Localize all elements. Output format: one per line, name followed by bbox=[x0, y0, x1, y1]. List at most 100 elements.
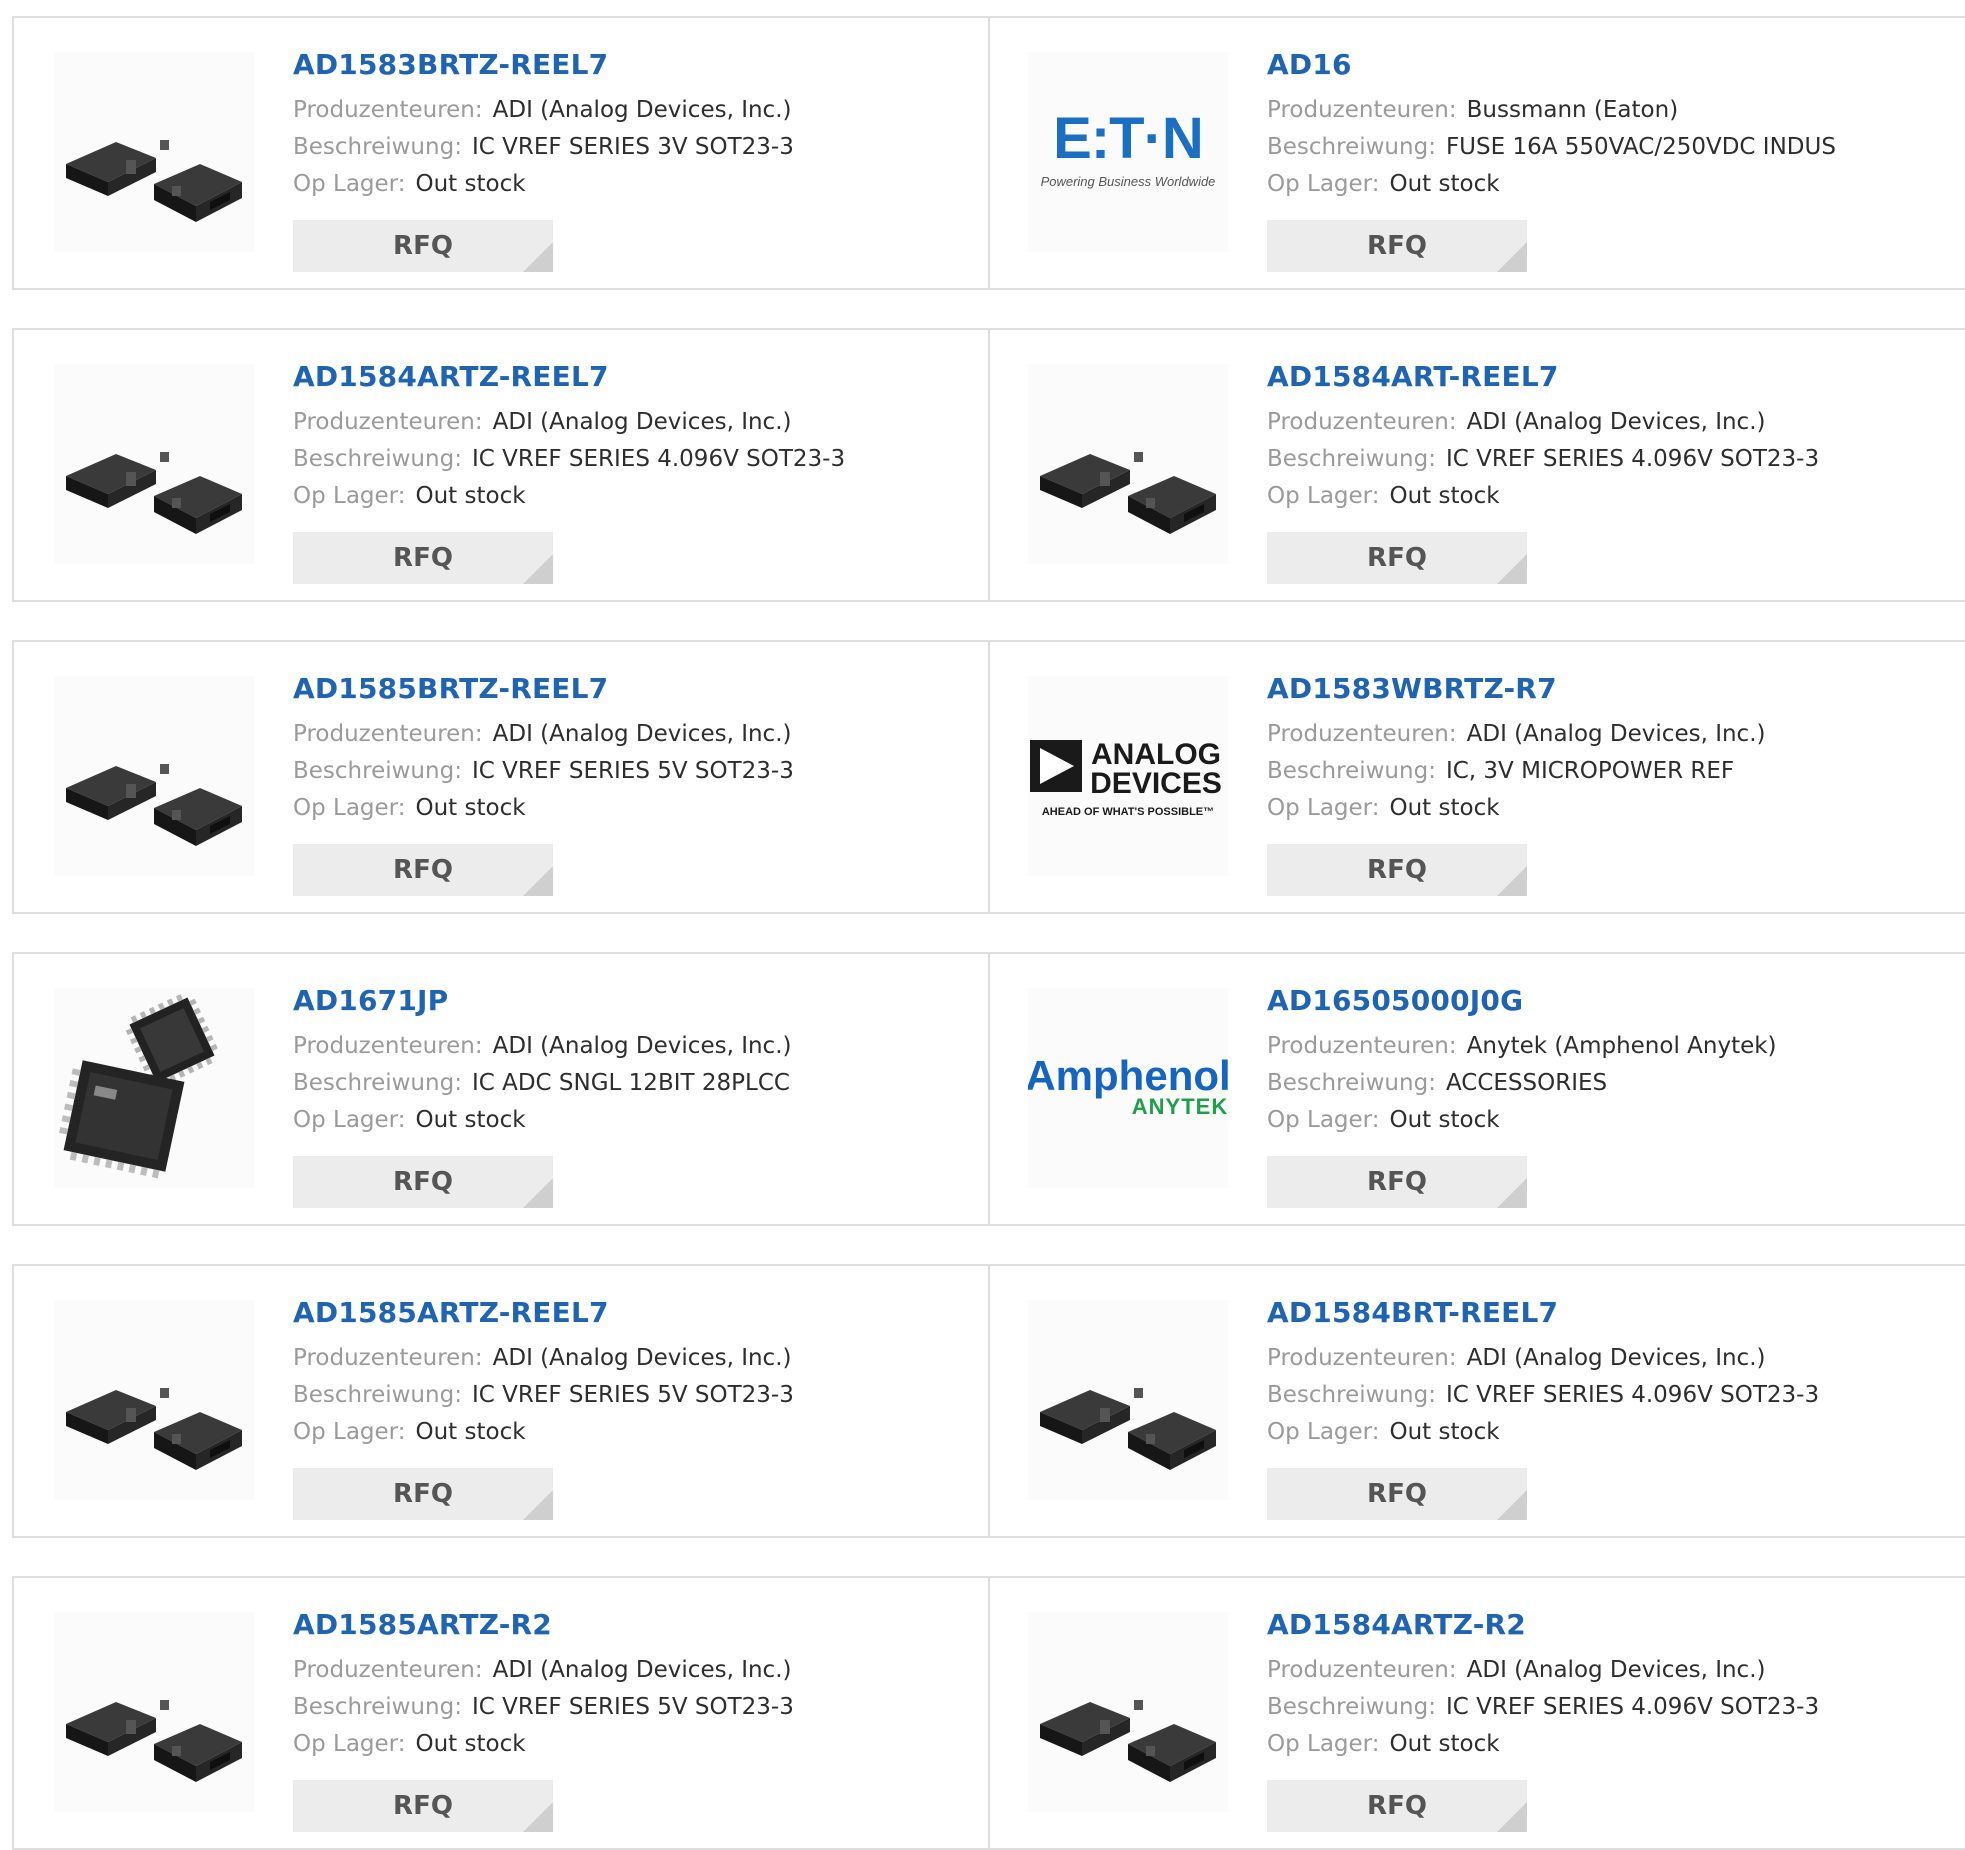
description-value: IC VREF SERIES 4.096V SOT23-3 bbox=[1445, 1694, 1820, 1720]
manufacturer-value: ADI (Analog Devices, Inc.) bbox=[492, 721, 792, 747]
product-row: AD1584ARTZ-REEL7 Produzenteuren: ADI (Ana… bbox=[12, 328, 1965, 602]
part-number-link[interactable]: AD1585ARTZ-REEL7 bbox=[293, 1296, 978, 1330]
product-row: AD1585BRTZ-REEL7 Produzenteuren: ADI (Ana… bbox=[12, 640, 1965, 914]
manufacturer-line: Produzenteuren: ADI (Analog Devices, Inc.… bbox=[1267, 716, 1955, 753]
description-line: Beschreiwung: ACCESSORIES bbox=[1267, 1065, 1955, 1102]
rfq-button[interactable]: RFQ bbox=[293, 532, 553, 584]
stock-line: Op Lager: Out stock bbox=[1267, 790, 1955, 827]
sot23-3-package-icon[interactable] bbox=[54, 1300, 254, 1500]
product-card: AD1584ARTZ-R2 Produzenteuren: ADI (Analog… bbox=[988, 1578, 1965, 1848]
rfq-button[interactable]: RFQ bbox=[1267, 1780, 1527, 1832]
product-card: AD1584ART-REEL7 Produzenteuren: ADI (Anal… bbox=[988, 330, 1965, 600]
product-info: AD1585BRTZ-REEL7 Produzenteuren: ADI (Ana… bbox=[293, 672, 978, 827]
sot23-3-package-icon[interactable] bbox=[1028, 1612, 1228, 1812]
stock-value: Out stock bbox=[415, 795, 526, 821]
manufacturer-value: ADI (Analog Devices, Inc.) bbox=[1466, 1657, 1766, 1683]
manufacturer-label: Produzenteuren: bbox=[1267, 721, 1457, 747]
stock-value: Out stock bbox=[415, 1419, 526, 1445]
manufacturer-label: Produzenteuren: bbox=[1267, 1657, 1457, 1683]
stock-line: Op Lager: Out stock bbox=[1267, 1414, 1955, 1451]
product-info: AD1671JP Produzenteuren: ADI (Analog Devi… bbox=[293, 984, 978, 1139]
stock-label: Op Lager: bbox=[293, 483, 406, 509]
rfq-button[interactable]: RFQ bbox=[1267, 1156, 1527, 1208]
rfq-button-label: RFQ bbox=[1367, 1167, 1427, 1197]
manufacturer-value: Anytek (Amphenol Anytek) bbox=[1466, 1033, 1777, 1059]
manufacturer-value: ADI (Analog Devices, Inc.) bbox=[1466, 1345, 1766, 1371]
rfq-button-label: RFQ bbox=[393, 855, 453, 885]
product-info: AD16 Produzenteuren: Bussmann (Eaton) Bes… bbox=[1267, 48, 1955, 203]
description-label: Beschreiwung: bbox=[1267, 1382, 1436, 1408]
rfq-button-label: RFQ bbox=[393, 231, 453, 261]
sot23-3-package-icon[interactable] bbox=[54, 676, 254, 876]
rfq-button[interactable]: RFQ bbox=[1267, 220, 1527, 272]
rfq-button[interactable]: RFQ bbox=[293, 220, 553, 272]
corner-triangle-icon bbox=[523, 866, 553, 896]
description-line: Beschreiwung: IC VREF SERIES 4.096V SOT23… bbox=[1267, 1689, 1955, 1726]
stock-value: Out stock bbox=[1389, 483, 1500, 509]
sot23-3-package-icon[interactable] bbox=[54, 1612, 254, 1812]
description-value: IC VREF SERIES 4.096V SOT23-3 bbox=[1445, 446, 1820, 472]
rfq-button-label: RFQ bbox=[1367, 231, 1427, 261]
rfq-button[interactable]: RFQ bbox=[1267, 844, 1527, 896]
description-line: Beschreiwung: IC VREF SERIES 4.096V SOT23… bbox=[293, 441, 978, 478]
stock-line: Op Lager: Out stock bbox=[1267, 1102, 1955, 1139]
part-number-link[interactable]: AD1585BRTZ-REEL7 bbox=[293, 672, 978, 706]
manufacturer-line: Produzenteuren: ADI (Analog Devices, Inc.… bbox=[293, 716, 978, 753]
part-number-link[interactable]: AD1584ARTZ-R2 bbox=[1267, 1608, 1955, 1642]
stock-value: Out stock bbox=[1389, 171, 1500, 197]
product-row: AD1585ARTZ-REEL7 Produzenteuren: ADI (Ana… bbox=[12, 1264, 1965, 1538]
amphenol-logo[interactable]: Amphenol ANYTEK bbox=[1028, 988, 1228, 1188]
description-value: ACCESSORIES bbox=[1445, 1070, 1608, 1096]
description-line: Beschreiwung: IC VREF SERIES 3V SOT23-3 bbox=[293, 129, 978, 166]
eaton-tagline: Powering Business Worldwide bbox=[1041, 174, 1216, 189]
eaton-logo[interactable]: E:T·N Powering Business Worldwide bbox=[1028, 52, 1228, 252]
rfq-button[interactable]: RFQ bbox=[293, 844, 553, 896]
product-card: AD1585ARTZ-REEL7 Produzenteuren: ADI (Ana… bbox=[12, 1266, 990, 1536]
stock-line: Op Lager: Out stock bbox=[1267, 166, 1955, 203]
rfq-button-label: RFQ bbox=[393, 1167, 453, 1197]
stock-line: Op Lager: Out stock bbox=[1267, 478, 1955, 515]
anytek-wordmark: ANYTEK bbox=[1132, 1094, 1228, 1119]
description-label: Beschreiwung: bbox=[1267, 1070, 1436, 1096]
part-number-link[interactable]: AD1584ARTZ-REEL7 bbox=[293, 360, 978, 394]
rfq-button[interactable]: RFQ bbox=[1267, 1468, 1527, 1520]
part-number-link[interactable]: AD1671JP bbox=[293, 984, 978, 1018]
stock-label: Op Lager: bbox=[1267, 795, 1380, 821]
part-number-link[interactable]: AD1583BRTZ-REEL7 bbox=[293, 48, 978, 82]
product-card: AD1583BRTZ-REEL7 Produzenteuren: ADI (Ana… bbox=[12, 18, 990, 288]
stock-value: Out stock bbox=[415, 483, 526, 509]
manufacturer-value: ADI (Analog Devices, Inc.) bbox=[492, 1033, 792, 1059]
manufacturer-label: Produzenteuren: bbox=[293, 1033, 483, 1059]
part-number-link[interactable]: AD1584ART-REEL7 bbox=[1267, 360, 1955, 394]
description-line: Beschreiwung: IC VREF SERIES 4.096V SOT23… bbox=[1267, 1377, 1955, 1414]
rfq-button-label: RFQ bbox=[1367, 1791, 1427, 1821]
stock-label: Op Lager: bbox=[293, 795, 406, 821]
part-number-link[interactable]: AD1584BRT-REEL7 bbox=[1267, 1296, 1955, 1330]
description-value: IC VREF SERIES 5V SOT23-3 bbox=[471, 1382, 794, 1408]
corner-triangle-icon bbox=[1497, 1490, 1527, 1520]
plcc-package-icon[interactable] bbox=[54, 988, 254, 1188]
part-number-link[interactable]: AD16505000J0G bbox=[1267, 984, 1955, 1018]
analog-devices-logo[interactable]: ANALOG DEVICES AHEAD OF WHAT'S POSSIBLE™ bbox=[1028, 676, 1228, 876]
description-label: Beschreiwung: bbox=[1267, 134, 1436, 160]
manufacturer-value: ADI (Analog Devices, Inc.) bbox=[492, 97, 792, 123]
manufacturer-label: Produzenteuren: bbox=[1267, 97, 1457, 123]
stock-value: Out stock bbox=[415, 1107, 526, 1133]
rfq-button[interactable]: RFQ bbox=[293, 1156, 553, 1208]
product-info: AD16505000J0G Produzenteuren: Anytek (Amp… bbox=[1267, 984, 1955, 1139]
sot23-3-package-icon[interactable] bbox=[54, 364, 254, 564]
description-value: FUSE 16A 550VAC/250VDC INDUS bbox=[1445, 134, 1836, 160]
stock-label: Op Lager: bbox=[1267, 1107, 1380, 1133]
part-number-link[interactable]: AD16 bbox=[1267, 48, 1955, 82]
part-number-link[interactable]: AD1585ARTZ-R2 bbox=[293, 1608, 978, 1642]
rfq-button[interactable]: RFQ bbox=[293, 1780, 553, 1832]
part-number-link[interactable]: AD1583WBRTZ-R7 bbox=[1267, 672, 1955, 706]
manufacturer-value: Bussmann (Eaton) bbox=[1466, 97, 1679, 123]
sot23-3-package-icon[interactable] bbox=[54, 52, 254, 252]
rfq-button[interactable]: RFQ bbox=[1267, 532, 1527, 584]
rfq-button[interactable]: RFQ bbox=[293, 1468, 553, 1520]
sot23-3-package-icon[interactable] bbox=[1028, 364, 1228, 564]
sot23-3-package-icon[interactable] bbox=[1028, 1300, 1228, 1500]
manufacturer-line: Produzenteuren: ADI (Analog Devices, Inc.… bbox=[1267, 1652, 1955, 1689]
description-label: Beschreiwung: bbox=[1267, 758, 1436, 784]
